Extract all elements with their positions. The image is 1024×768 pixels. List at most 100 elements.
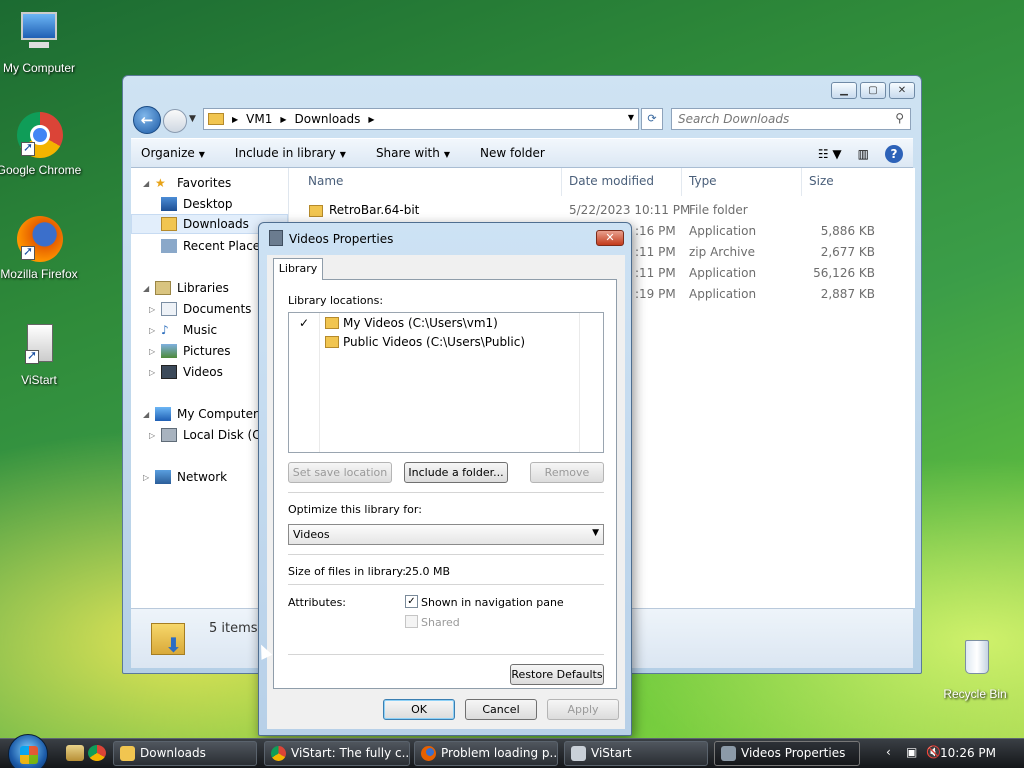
show-hidden-icons-icon[interactable]: ‹ <box>886 745 891 759</box>
system-tray: ‹ ▣ 🔇 10:26 PM <box>874 739 1024 768</box>
new-folder-button[interactable]: New folder <box>480 146 545 160</box>
desktop-icon-label: Recycle Bin <box>943 687 1007 701</box>
chevron-right-icon: ▶ <box>368 114 375 124</box>
optimize-select[interactable]: Videos ▼ <box>288 524 604 545</box>
table-row[interactable]: RetroBar.64-bit 5/22/2023 10:11 PM File … <box>289 200 915 221</box>
refresh-button[interactable]: ⟳ <box>641 108 663 130</box>
nav-my-computer[interactable]: ◢ My Computer <box>143 404 258 424</box>
shown-in-nav-label: Shown in navigation pane <box>421 596 564 609</box>
taskbar-button-downloads[interactable]: Downloads <box>113 741 257 766</box>
expand-icon[interactable]: ▷ <box>149 368 155 377</box>
desktop-icon-firefox[interactable]: Mozilla Firefox <box>0 216 84 281</box>
nav-local-disk[interactable]: ▷ Local Disk (C:) <box>149 425 269 445</box>
nav-network[interactable]: ▷ Network <box>143 467 227 487</box>
close-button[interactable]: ✕ <box>889 82 915 99</box>
cancel-button[interactable]: Cancel <box>465 699 537 720</box>
address-bar[interactable]: ▶ VM1 ▶ Downloads ▶ ▼ <box>203 108 639 130</box>
expand-icon[interactable]: ▷ <box>149 305 155 314</box>
view-options-icon[interactable]: ☷ ▼ <box>818 147 842 161</box>
chrome-quicklaunch-icon[interactable] <box>88 745 106 761</box>
expand-icon[interactable]: ◢ <box>143 179 149 188</box>
desktop-icon-label: My Computer <box>2 61 76 75</box>
nav-label: Pictures <box>183 344 231 358</box>
maximize-button[interactable]: ▢ <box>860 82 886 99</box>
navigation-bar: ← ▼ ▶ VM1 ▶ Downloads ▶ ▼ ⟳ Search Downl… <box>131 106 913 134</box>
taskbar-button-label: Problem loading p... <box>441 746 558 760</box>
remove-button[interactable]: Remove <box>530 462 604 483</box>
taskbar-button-label: ViStart: The fully c... <box>291 746 410 760</box>
nav-desktop[interactable]: Desktop <box>161 194 233 214</box>
taskbar-button-vistart[interactable]: ViStart <box>564 741 708 766</box>
address-dropdown-icon[interactable]: ▼ <box>628 113 634 122</box>
shown-in-nav-checkbox[interactable]: ✓ <box>405 595 418 608</box>
forward-button[interactable] <box>163 109 187 133</box>
preview-pane-icon[interactable]: ▥ <box>858 147 869 161</box>
set-save-location-button[interactable]: Set save location <box>288 462 392 483</box>
volume-muted-icon[interactable]: 🔇 <box>926 745 941 759</box>
library-locations-list[interactable]: ✓ My Videos (C:\Users\vm1) Public Videos… <box>288 312 604 453</box>
apply-button[interactable]: Apply <box>547 699 619 720</box>
expand-icon[interactable]: ▷ <box>149 431 155 440</box>
clock[interactable]: 10:26 PM <box>940 746 996 760</box>
nav-recent-places[interactable]: Recent Places <box>161 236 266 256</box>
tab-library[interactable]: Library <box>273 258 323 280</box>
taskbar-button-firefox[interactable]: Problem loading p... <box>414 741 558 766</box>
nav-label: My Computer <box>177 407 258 421</box>
breadcrumb-vm1[interactable]: VM1 <box>246 112 272 126</box>
list-item[interactable]: My Videos (C:\Users\vm1) <box>325 316 498 330</box>
column-header-size[interactable]: Size <box>809 174 834 188</box>
nav-documents[interactable]: ▷ Documents <box>149 299 251 319</box>
vistart-icon <box>15 322 63 370</box>
expand-icon[interactable]: ◢ <box>143 284 149 293</box>
file-type: Application <box>689 266 757 280</box>
search-icon[interactable]: ⚲ <box>895 111 904 125</box>
taskbar-button-label: Videos Properties <box>741 746 846 760</box>
help-icon[interactable]: ? <box>885 145 903 163</box>
expand-icon[interactable]: ◢ <box>143 410 149 419</box>
column-header-type[interactable]: Type <box>689 174 717 188</box>
desktop-icon-my-computer[interactable]: My Computer <box>0 10 84 75</box>
share-with-menu[interactable]: Share with ▼ <box>376 146 450 160</box>
start-button[interactable] <box>8 734 48 768</box>
desktop-icon-recycle-bin[interactable]: Recycle Bin <box>930 636 1020 701</box>
include-folder-button[interactable]: Include a folder... <box>404 462 508 483</box>
expand-icon[interactable]: ▷ <box>143 473 149 482</box>
network-icon <box>155 470 171 484</box>
desktop-icon-chrome[interactable]: Google Chrome <box>0 112 84 177</box>
size-value: 25.0 MB <box>405 565 451 578</box>
nav-pictures[interactable]: ▷ Pictures <box>149 341 231 361</box>
item-count: 5 items <box>209 621 258 636</box>
expand-icon[interactable]: ▷ <box>149 347 155 356</box>
nav-libraries[interactable]: ◢ Libraries <box>143 278 229 298</box>
ok-button[interactable]: OK <box>383 699 455 720</box>
expand-icon[interactable]: ▷ <box>149 326 155 335</box>
recent-pages-dropdown-icon[interactable]: ▼ <box>189 114 196 124</box>
show-desktop-icon[interactable] <box>66 745 84 761</box>
network-icon[interactable]: ▣ <box>906 745 917 759</box>
organize-menu[interactable]: Organize ▼ <box>141 146 205 160</box>
file-size: 5,886 KB <box>820 224 875 238</box>
nav-favorites[interactable]: ◢ ★ Favorites <box>143 173 231 193</box>
file-date: :16 PM <box>635 224 676 238</box>
recent-places-icon <box>161 239 177 253</box>
nav-music[interactable]: ▷ ♪ Music <box>149 320 217 340</box>
include-in-library-menu[interactable]: Include in library ▼ <box>235 146 346 160</box>
library-icon <box>721 746 736 761</box>
close-icon[interactable]: ✕ <box>596 230 624 246</box>
taskbar: Downloads ViStart: The fully c... Proble… <box>0 734 1024 768</box>
shared-checkbox[interactable] <box>405 615 418 628</box>
desktop-icon-vistart[interactable]: ViStart <box>0 322 84 387</box>
column-header-date[interactable]: Date modified <box>569 174 654 188</box>
minimize-button[interactable]: ▁ <box>831 82 857 99</box>
search-input[interactable]: Search Downloads ⚲ <box>671 108 911 130</box>
star-icon: ★ <box>155 176 166 190</box>
nav-videos[interactable]: ▷ Videos <box>149 362 223 382</box>
breadcrumb-downloads[interactable]: Downloads <box>295 112 361 126</box>
taskbar-button-videos-properties[interactable]: Videos Properties <box>714 741 860 766</box>
column-header-name[interactable]: Name <box>308 174 343 188</box>
list-item[interactable]: Public Videos (C:\Users\Public) <box>325 335 525 349</box>
restore-defaults-button[interactable]: Restore Defaults <box>510 664 604 685</box>
back-button[interactable]: ← <box>133 106 161 134</box>
nav-label: Downloads <box>183 217 249 231</box>
taskbar-button-vistart-chrome[interactable]: ViStart: The fully c... <box>264 741 410 766</box>
